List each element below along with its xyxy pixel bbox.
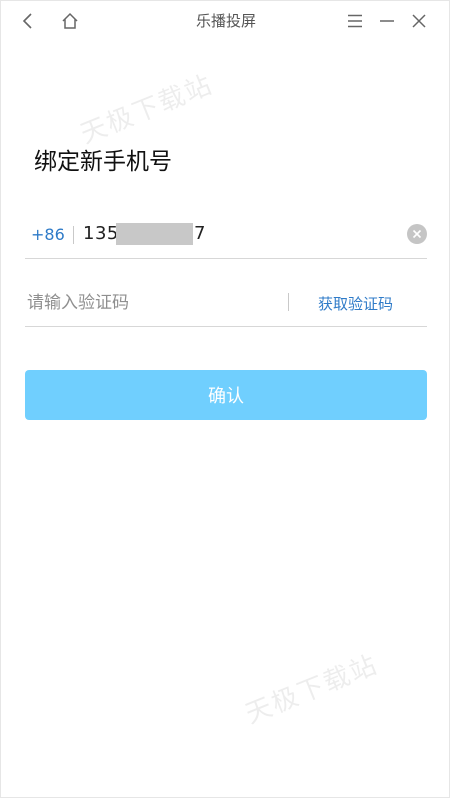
menu-icon (348, 14, 362, 28)
menu-button[interactable] (341, 7, 369, 35)
country-code-selector[interactable]: +86 (31, 225, 65, 244)
close-icon (412, 14, 426, 28)
field-divider (288, 293, 289, 311)
clear-circle-icon (412, 229, 422, 239)
clear-phone-button[interactable] (407, 224, 427, 244)
phone-input[interactable]: 135 (83, 223, 119, 244)
minimize-icon (380, 20, 394, 22)
app-window: 乐播投屏 天极下载站 天极下载站 绑定新手机号 +86 135 7 请输入验证码… (0, 0, 450, 798)
title-bar: 乐播投屏 (1, 1, 449, 41)
confirm-button[interactable]: 确认 (25, 370, 427, 420)
watermark: 天极下载站 (76, 69, 218, 150)
watermark: 天极下载站 (241, 649, 383, 730)
phone-field: +86 135 7 (25, 211, 427, 259)
verification-code-field: 获取验证码 (25, 279, 427, 327)
close-button[interactable] (405, 7, 433, 35)
phone-input-suffix: 7 (194, 223, 206, 244)
verification-code-input[interactable] (27, 289, 277, 317)
phone-number-mask (116, 223, 193, 245)
minimize-button[interactable] (373, 7, 401, 35)
get-code-button[interactable]: 获取验证码 (318, 293, 393, 314)
field-divider (73, 226, 74, 244)
page-title: 绑定新手机号 (34, 149, 172, 175)
